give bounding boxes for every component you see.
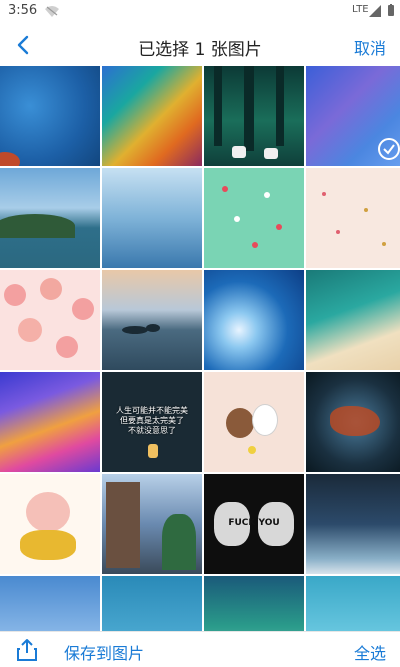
image-thumbnail[interactable] [0,66,100,166]
battery-icon [388,4,394,16]
image-detail [4,284,26,306]
image-detail [40,278,62,300]
image-detail [252,404,278,436]
image-detail [72,298,94,320]
image-detail [264,148,278,159]
image-thumbnail[interactable] [306,270,400,370]
image-detail [122,326,148,334]
image-thumbnail[interactable] [0,576,100,631]
share-icon[interactable] [16,638,38,662]
image-detail [364,208,368,212]
image-thumbnail[interactable]: 人生可能并不能完美 但要真是太完美了 不就没意思了 [102,372,202,472]
signal-icon [369,5,381,17]
image-detail [162,514,196,570]
cancel-button[interactable]: 取消 [354,35,386,59]
image-detail [146,324,160,332]
status-bar: 3:56 LTE [0,0,400,24]
page-title: 已选择 1 张图片 [138,40,262,60]
image-detail [264,192,270,198]
image-thumbnail[interactable] [204,270,304,370]
image-detail [244,66,254,151]
image-detail [330,406,380,436]
image-detail [248,446,256,454]
status-time: 3:56 [8,3,38,18]
fist-text: FUCK YOU [228,518,280,528]
image-detail [26,492,70,532]
image-thumbnail[interactable] [0,474,100,574]
image-thumbnail[interactable] [204,372,304,472]
image-thumbnail[interactable] [306,474,400,574]
image-detail [56,336,78,358]
image-thumbnail[interactable] [102,168,202,268]
image-thumbnail[interactable] [306,168,400,268]
image-detail [276,224,282,230]
image-thumbnail[interactable] [204,66,304,166]
image-detail [252,242,258,248]
quote-text: 人生可能并不能完美 但要真是太完美了 不就没意思了 [116,406,188,435]
image-thumbnail[interactable] [0,270,100,370]
select-all-button[interactable]: 全选 [354,640,386,664]
image-detail [0,152,20,166]
image-thumbnail[interactable] [0,372,100,472]
image-thumbnail[interactable] [306,372,400,472]
image-detail [0,214,75,238]
image-thumbnail[interactable] [204,576,304,631]
image-detail [226,408,254,438]
network-type: LTE [352,4,369,15]
check-icon[interactable] [378,138,400,160]
top-bar: 已选择 1 张图片 取消 [0,24,400,66]
image-detail [336,230,340,234]
image-thumbnail[interactable] [204,168,304,268]
image-detail [234,216,240,222]
image-detail [232,146,246,158]
image-thumbnail[interactable] [102,66,202,166]
image-grid: 人生可能并不能完美 但要真是太完美了 不就没意思了 FUCK YOU [0,66,400,631]
image-detail [382,242,386,246]
image-detail [18,318,42,342]
image-detail [106,482,140,568]
image-detail [20,530,76,560]
image-detail [276,66,284,146]
image-detail [148,444,158,458]
image-detail [222,186,228,192]
image-thumbnail[interactable] [0,168,100,268]
image-thumbnail[interactable] [102,576,202,631]
image-detail [214,66,222,146]
image-thumbnail[interactable] [306,576,400,631]
image-thumbnail-selected[interactable] [306,66,400,166]
save-to-gallery-button[interactable]: 保存到图片 [64,640,144,664]
image-detail [322,192,326,196]
bottom-toolbar: 保存到图片 全选 [0,631,400,667]
image-thumbnail[interactable]: FUCK YOU [204,474,304,574]
wifi-icon [45,6,59,17]
image-thumbnail[interactable] [102,474,202,574]
image-thumbnail[interactable] [102,270,202,370]
